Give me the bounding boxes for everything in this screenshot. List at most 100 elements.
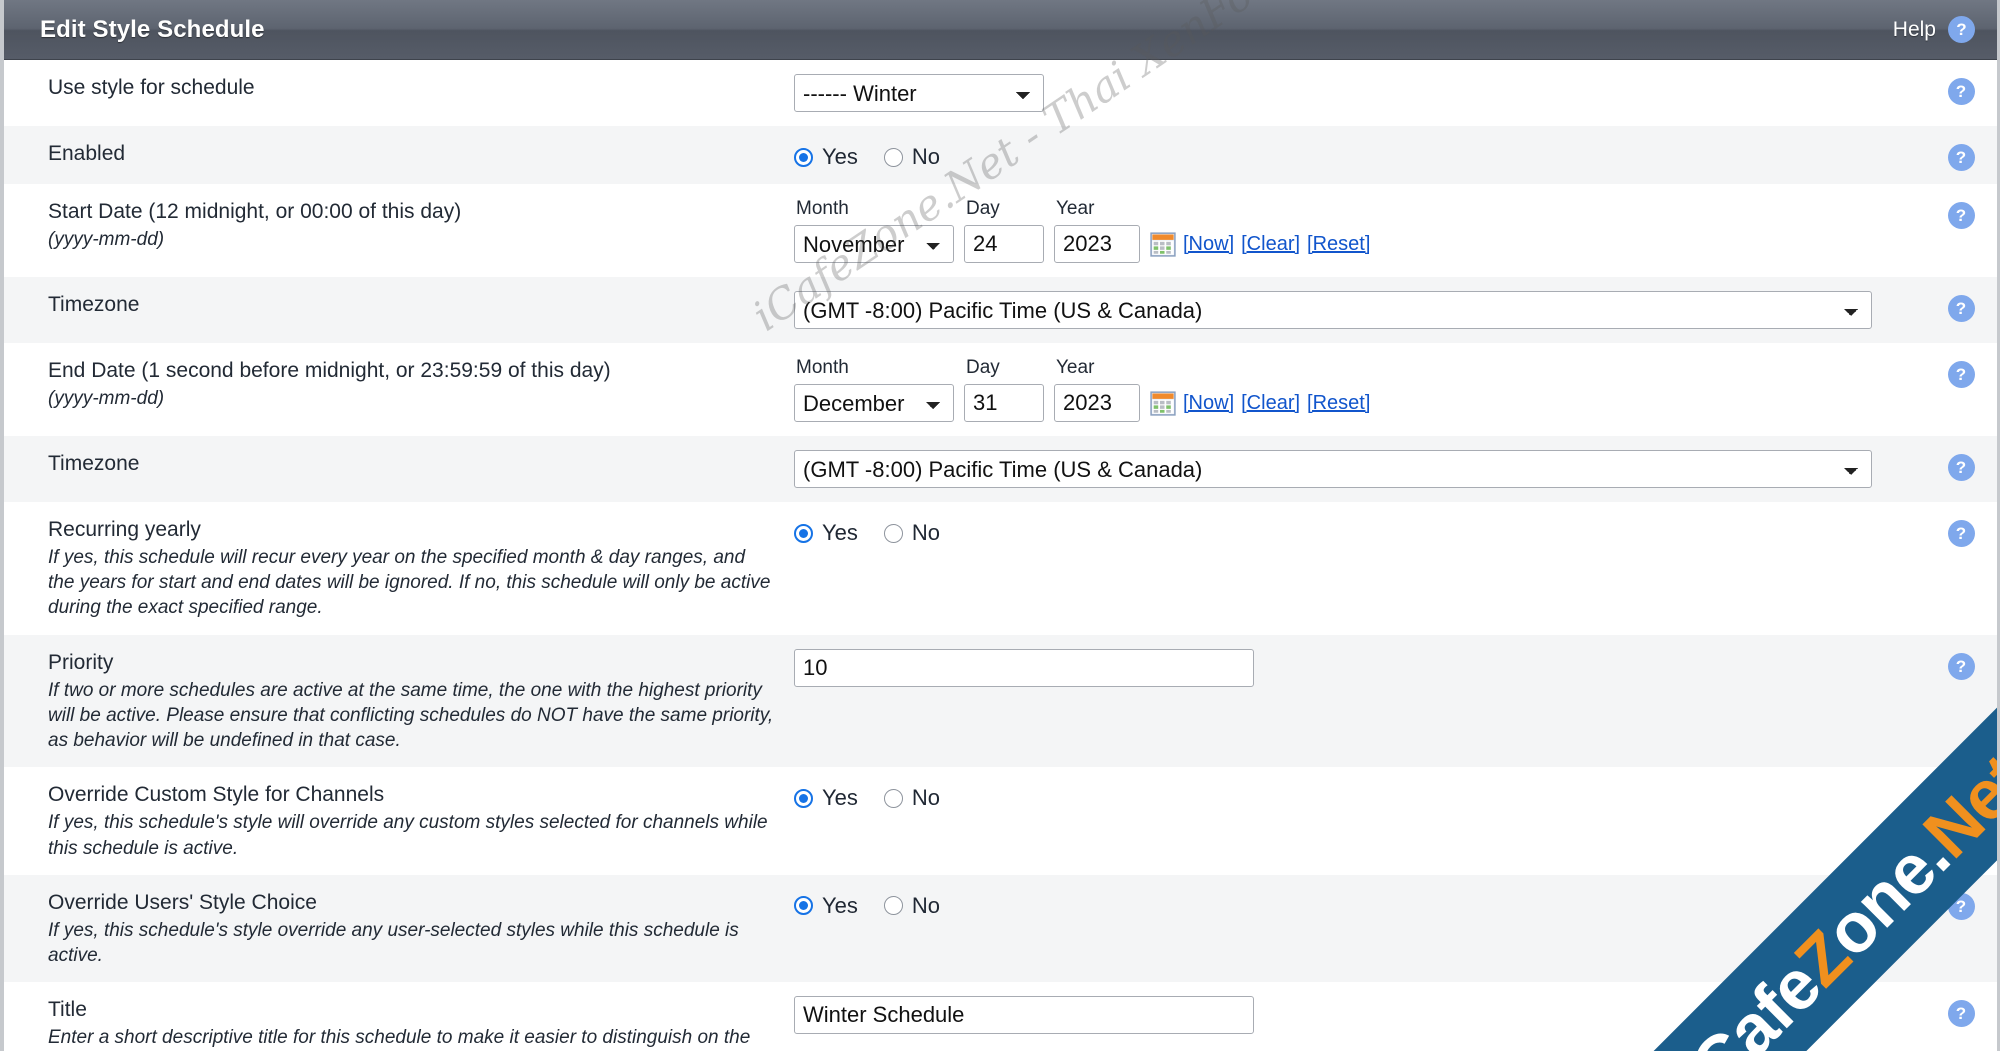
calendar-icon[interactable] [1150, 390, 1176, 416]
help-icon[interactable]: ? [1947, 1000, 1975, 1028]
row-recurring-field: Yes No [794, 502, 1925, 560]
end-date-desc: (yyyy-mm-dd) [48, 387, 165, 409]
row-title: Title Enter a short descriptive title fo… [4, 982, 1997, 1051]
recurring-no-label: No [911, 520, 941, 545]
override-channels-desc: If yes, this schedule's style will overr… [48, 812, 768, 859]
override-users-radio-yes[interactable]: Yes [794, 893, 858, 919]
end-date-controls: Month December Day Year [794, 357, 1925, 422]
end-date-clear-link[interactable]: [Clear] [1241, 392, 1300, 415]
help-icon[interactable]: ? [1947, 520, 1975, 547]
end-timezone-select[interactable]: (GMT -8:00) Pacific Time (US & Canada) [794, 450, 1872, 488]
recurring-yes-label: Yes [822, 520, 858, 545]
end-date-now-link[interactable]: [Now] [1183, 392, 1234, 415]
row-override-channels-label-cell: Override Custom Style for Channels If ye… [4, 767, 794, 874]
titlebar-help-group[interactable]: Help ? [1893, 16, 1975, 43]
help-icon[interactable]: ? [1947, 144, 1975, 171]
end-date-actions: [Now] [Clear] [Reset] [1150, 390, 1370, 422]
recurring-radio-no[interactable]: No [883, 520, 941, 546]
use-style-select[interactable]: ------ Winter [794, 74, 1044, 112]
row-start-date-label-cell: Start Date (12 midnight, or 00:00 of thi… [4, 184, 794, 266]
help-icon[interactable]: ? [1947, 652, 1975, 680]
help-icon[interactable]: ? [1947, 892, 1975, 920]
override-channels-no-label: No [911, 785, 941, 811]
end-year-col: Year [1054, 357, 1140, 422]
enabled-radio-group: Yes No [794, 140, 1925, 170]
row-recurring-help: ? [1925, 502, 1997, 547]
help-icon[interactable]: ? [1947, 785, 1975, 813]
override-channels-radio-yes[interactable]: Yes [794, 785, 858, 811]
override-users-radio-no[interactable]: No [883, 892, 941, 919]
end-month-col: Month December [794, 357, 954, 422]
row-use-style: Use style for schedule ------ Winter ? [4, 60, 1997, 126]
row-title-field [794, 982, 1925, 1048]
radio-unselected-icon[interactable] [883, 788, 903, 808]
start-month-select[interactable]: November [794, 225, 954, 263]
row-start-date-help: ? [1925, 184, 1997, 229]
help-icon[interactable]: ? [1947, 202, 1975, 229]
end-timezone-label: Timezone [48, 452, 140, 475]
row-end-timezone-field: (GMT -8:00) Pacific Time (US & Canada) [794, 436, 1925, 502]
row-override-users: Override Users' Style Choice If yes, thi… [4, 874, 1997, 983]
radio-unselected-icon[interactable] [883, 896, 903, 916]
end-year-input[interactable] [1054, 384, 1140, 422]
row-recurring-yearly: Recurring yearly If yes, this schedule w… [4, 502, 1997, 635]
end-day-col: Day [964, 357, 1044, 422]
end-month-select[interactable]: December [794, 384, 954, 422]
row-use-style-field: ------ Winter [794, 60, 1925, 126]
radio-unselected-icon[interactable] [883, 147, 903, 167]
start-date-reset-link[interactable]: [Reset] [1307, 233, 1370, 256]
radio-selected-icon[interactable] [794, 523, 813, 543]
start-date-now-link[interactable]: [Now] [1183, 233, 1234, 256]
row-priority-help: ? [1925, 635, 1997, 680]
calendar-icon[interactable] [1150, 231, 1176, 257]
start-day-caption: Day [966, 198, 1000, 219]
title-field-desc: Enter a short descriptive title for this… [48, 1027, 751, 1049]
recurring-radio-group: Yes No [794, 516, 1925, 546]
help-icon[interactable]: ? [1947, 454, 1975, 481]
row-start-timezone: Timezone (GMT -8:00) Pacific Time (US & … [4, 277, 1997, 343]
row-enabled-field: Yes No [794, 126, 1925, 184]
enabled-radio-yes[interactable]: Yes [794, 144, 858, 170]
help-icon[interactable]: ? [1947, 361, 1975, 388]
row-override-users-label-cell: Override Users' Style Choice If yes, thi… [4, 875, 794, 982]
start-date-desc: (yyyy-mm-dd) [48, 228, 165, 250]
radio-selected-icon[interactable] [794, 896, 813, 916]
radio-selected-icon[interactable] [794, 147, 813, 167]
override-users-label: Override Users' Style Choice [48, 890, 317, 914]
enabled-radio-no[interactable]: No [883, 144, 940, 170]
start-month-col: Month November [794, 198, 954, 263]
title-input[interactable] [794, 996, 1254, 1035]
use-style-label: Use style for schedule [48, 76, 255, 99]
help-icon[interactable]: ? [1947, 78, 1975, 105]
row-priority-field [794, 635, 1925, 701]
end-month-caption: Month [796, 357, 849, 378]
row-recurring-label-cell: Recurring yearly If yes, this schedule w… [4, 502, 794, 635]
override-users-no-label: No [911, 892, 941, 918]
row-priority-label-cell: Priority If two or more schedules are ac… [4, 635, 794, 768]
row-enabled: Enabled Yes No ? [4, 126, 1997, 184]
help-icon[interactable]: ? [1947, 295, 1975, 322]
start-month-caption: Month [796, 198, 849, 219]
start-timezone-select[interactable]: (GMT -8:00) Pacific Time (US & Canada) [794, 291, 1872, 329]
edit-style-schedule-page: Edit Style Schedule Help ? Use style for… [0, 0, 2000, 1051]
start-date-controls: Month November Day Year [794, 198, 1925, 263]
start-year-input[interactable] [1054, 225, 1140, 263]
help-icon[interactable]: ? [1948, 16, 1975, 43]
row-end-date-field: Month December Day Year [794, 343, 1925, 436]
start-timezone-label: Timezone [48, 293, 140, 316]
row-end-date-help: ? [1925, 343, 1997, 388]
radio-unselected-icon[interactable] [883, 523, 903, 543]
recurring-radio-yes[interactable]: Yes [794, 520, 858, 546]
end-date-reset-link[interactable]: [Reset] [1307, 392, 1370, 415]
start-day-input[interactable] [964, 225, 1044, 263]
start-date-clear-link[interactable]: [Clear] [1241, 233, 1300, 256]
row-start-date: Start Date (12 midnight, or 00:00 of thi… [4, 184, 1997, 277]
end-day-input[interactable] [964, 384, 1044, 422]
radio-selected-icon[interactable] [794, 788, 813, 808]
override-channels-radio-no[interactable]: No [883, 785, 941, 811]
priority-input[interactable] [794, 648, 1254, 687]
row-end-timezone-label-cell: Timezone [4, 436, 794, 492]
row-override-channels-help: ? [1925, 767, 1997, 813]
override-users-desc: If yes, this schedule's style override a… [48, 919, 739, 967]
priority-desc: If two or more schedules are active at t… [48, 679, 774, 752]
